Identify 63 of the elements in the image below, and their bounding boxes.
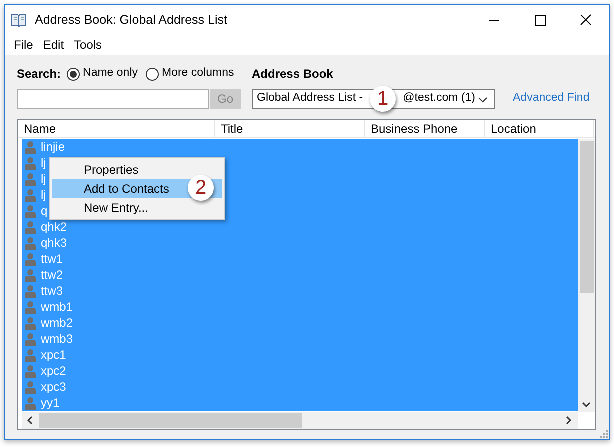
dropdown-value: @test.com (1) (403, 91, 476, 106)
column-header[interactable]: Business Phone (365, 120, 485, 137)
person-icon (25, 300, 36, 314)
maximize-icon (534, 14, 546, 26)
contact-row[interactable]: linjie (22, 139, 578, 155)
contact-row[interactable]: wmb1 (22, 299, 578, 315)
scrollbar-thumb[interactable] (39, 413, 302, 428)
callout-number: 1 (370, 86, 396, 112)
person-icon (25, 380, 36, 394)
contact-row[interactable]: ttw3 (22, 283, 578, 299)
horizontal-scrollbar[interactable] (22, 412, 578, 429)
radio-label[interactable]: More columns (162, 65, 234, 83)
vertical-scrollbar[interactable] (578, 139, 595, 412)
contact-row[interactable]: xpc3 (22, 379, 578, 395)
contact-row[interactable]: xpc1 (22, 347, 578, 363)
radio-button[interactable] (67, 68, 80, 80)
person-icon (25, 172, 36, 186)
window-title: Address Book: Global Address List (35, 12, 228, 29)
resize-grip-icon[interactable] (599, 429, 608, 438)
radio-button[interactable] (146, 68, 159, 80)
contact-row[interactable]: yy1 (22, 395, 578, 411)
chevron-right-icon[interactable] (566, 416, 572, 425)
menu-item[interactable]: File (9, 36, 38, 54)
person-icon (25, 364, 36, 378)
advanced-find-link[interactable]: Advanced Find (513, 90, 590, 108)
contact-row[interactable]: ttw2 (22, 267, 578, 283)
address-book-dropdown[interactable]: Global Address List - 1 @test.com (1) (252, 89, 495, 109)
person-icon (25, 252, 36, 266)
person-icon (25, 316, 36, 330)
person-icon (25, 268, 36, 282)
person-icon (25, 140, 36, 154)
column-header[interactable]: Name (18, 120, 215, 137)
chevron-down-icon[interactable] (582, 402, 591, 408)
contact-row[interactable]: wmb3 (22, 331, 578, 347)
person-icon (25, 236, 36, 250)
person-icon (25, 188, 36, 202)
dropdown-value: Global Address List - (257, 91, 364, 106)
scrollbar-thumb[interactable] (580, 141, 594, 293)
contact-row[interactable]: qhk2 (22, 219, 578, 235)
contact-row[interactable]: ttw1 (22, 251, 578, 267)
contact-row[interactable]: qhk3 (22, 235, 578, 251)
search-field[interactable] (17, 89, 209, 109)
person-icon (25, 156, 36, 170)
person-icon (25, 204, 36, 218)
person-icon (25, 284, 36, 298)
chevron-down-icon (478, 97, 488, 103)
column-header[interactable]: Location (485, 120, 594, 137)
address-book-label: Address Book (252, 66, 334, 83)
contact-row[interactable]: wmb2 (22, 315, 578, 331)
radio-label[interactable]: Name only (83, 65, 138, 83)
column-header[interactable]: Title (215, 120, 365, 137)
book-icon (11, 13, 27, 27)
person-icon (25, 348, 36, 362)
menu-item[interactable]: Tools (69, 36, 108, 54)
search-label: Search: (17, 66, 62, 83)
menu-item[interactable]: Edit (38, 36, 70, 54)
callout-number: 2 (188, 175, 214, 201)
chevron-left-icon[interactable] (27, 416, 33, 425)
person-icon (25, 396, 36, 410)
contact-row[interactable]: xpc2 (22, 363, 578, 379)
person-icon (25, 220, 36, 234)
person-icon (25, 332, 36, 346)
close-icon (580, 14, 592, 26)
